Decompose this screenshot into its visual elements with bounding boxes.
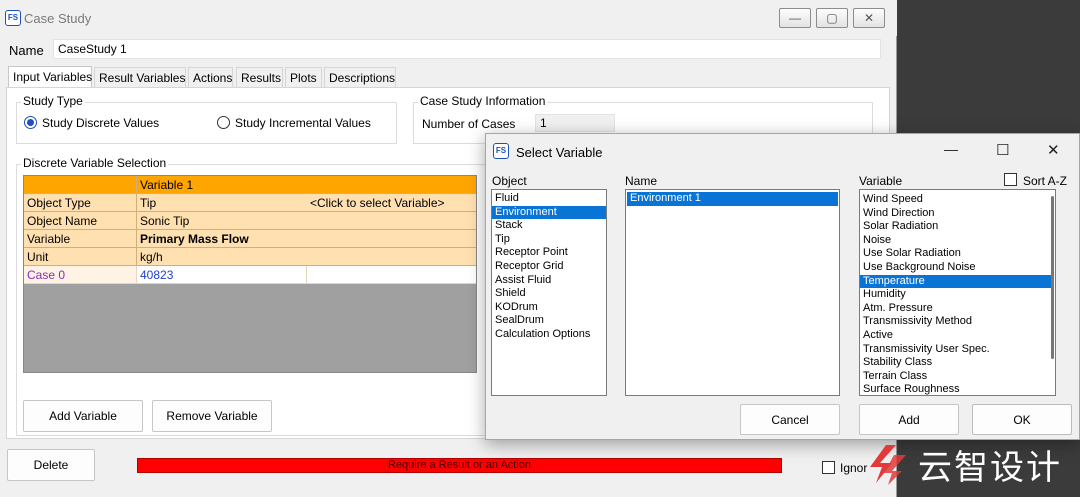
cancel-button[interactable]: Cancel	[740, 404, 840, 435]
grid-row-label: Unit	[24, 248, 137, 266]
object-label: Object	[492, 174, 527, 188]
delete-button[interactable]: Delete	[7, 449, 95, 481]
remove-variable-button[interactable]: Remove Variable	[152, 400, 272, 432]
variable-list-scrollbar[interactable]	[1051, 196, 1054, 359]
name-label: Name	[9, 43, 44, 58]
tab-plots[interactable]: Plots	[285, 67, 322, 87]
case-study-info-title: Case Study Information	[418, 94, 548, 108]
list-item[interactable]: Transmissivity User Spec.	[860, 343, 1054, 357]
title-bar: FS Case Study — ▢ ✕	[0, 0, 897, 36]
add-variable-button[interactable]: Add Variable	[23, 400, 143, 432]
radio-incremental[interactable]	[217, 116, 230, 129]
case-value[interactable]: 40823	[137, 266, 307, 284]
list-item[interactable]: Stability Class	[860, 356, 1054, 370]
dialog-minimize-button[interactable]: —	[944, 141, 958, 157]
name-input[interactable]: CaseStudy 1	[53, 39, 881, 59]
case-label: Case 0	[24, 266, 137, 284]
list-item[interactable]: Use Solar Radiation	[860, 247, 1054, 261]
list-item[interactable]: Terrain Class	[860, 370, 1054, 384]
grid-cell-value[interactable]: kg/h	[137, 248, 476, 266]
variable-label: Variable	[859, 174, 903, 188]
app-icon: FS	[5, 10, 21, 26]
grid-row-variable[interactable]: Variable Primary Mass Flow	[24, 230, 476, 248]
grid-row-object-type[interactable]: Object Type Tip <Click to select Variabl…	[24, 194, 476, 212]
sort-az-label: Sort A-Z	[1023, 174, 1068, 188]
radio-incremental-label: Study Incremental Values	[235, 116, 371, 130]
grid-column-header: Variable 1	[137, 176, 476, 194]
number-of-cases-field: 1	[535, 114, 615, 132]
maximize-icon: ▢	[826, 11, 838, 25]
grid-header-row: Variable 1	[24, 176, 476, 194]
dialog-maximize-button[interactable]: ☐	[996, 141, 1009, 159]
radio-discrete[interactable]	[24, 116, 37, 129]
list-item[interactable]: Noise	[860, 234, 1054, 248]
grid-cell-value[interactable]: Primary Mass Flow	[137, 230, 476, 248]
grid-row-label: Object Name	[24, 212, 137, 230]
close-icon: ✕	[863, 11, 875, 25]
list-item[interactable]: Receptor Grid	[492, 260, 606, 274]
tab-actions[interactable]: Actions	[188, 67, 233, 87]
select-variable-dialog: FS Select Variable — ☐ ✕ Object Name Var…	[485, 133, 1080, 440]
radio-discrete-label: Study Discrete Values	[42, 116, 160, 130]
add-button[interactable]: Add	[859, 404, 959, 435]
list-item[interactable]: Wind Speed	[860, 193, 1054, 207]
tab-result-variables[interactable]: Result Variables	[94, 67, 186, 87]
dialog-title: Select Variable	[516, 145, 603, 160]
list-item[interactable]: Temperature	[860, 274, 1054, 289]
watermark-logo-icon	[870, 445, 906, 485]
watermark: 云智设计	[866, 438, 1062, 490]
ok-button[interactable]: OK	[972, 404, 1072, 435]
minimize-icon: —	[789, 11, 801, 25]
grid-row-label: Variable	[24, 230, 137, 248]
object-list[interactable]: Fluid Environment Stack Tip Receptor Poi…	[491, 189, 607, 396]
list-item[interactable]: Calculation Options	[492, 328, 606, 342]
list-item[interactable]: SealDrum	[492, 314, 606, 328]
name-column-label: Name	[625, 174, 658, 188]
minimize-button[interactable]: —	[779, 8, 811, 28]
list-item[interactable]: Environment 1	[627, 192, 838, 206]
list-item[interactable]: Fluid	[492, 192, 606, 206]
watermark-text: 云智设计	[918, 447, 1062, 488]
sort-az-checkbox[interactable]	[1004, 173, 1017, 186]
list-item[interactable]: Transmissivity Method	[860, 315, 1054, 329]
window-title: Case Study	[24, 11, 92, 26]
list-item[interactable]: Wind Direction	[860, 207, 1054, 221]
tab-descriptions[interactable]: Descriptions	[324, 67, 396, 87]
list-item[interactable]: Environment	[492, 205, 606, 220]
status-bar: Require a Result or an Action	[137, 458, 782, 473]
close-button[interactable]: ✕	[853, 8, 885, 28]
tab-results[interactable]: Results	[236, 67, 283, 87]
list-item[interactable]: Stack	[492, 219, 606, 233]
number-of-cases-label: Number of Cases	[422, 117, 516, 131]
discrete-variable-title: Discrete Variable Selection	[21, 156, 169, 170]
list-item[interactable]: Surface Roughness	[860, 383, 1054, 395]
list-item[interactable]: Active	[860, 329, 1054, 343]
list-item[interactable]: Solar Radiation	[860, 220, 1054, 234]
list-item[interactable]: Shield	[492, 287, 606, 301]
list-item[interactable]: Use Background Noise	[860, 261, 1054, 275]
name-list[interactable]: Environment 1	[625, 189, 840, 396]
list-item[interactable]: KODrum	[492, 301, 606, 315]
list-item[interactable]: Atm. Pressure	[860, 302, 1054, 316]
grid-cell-value[interactable]: Sonic Tip	[137, 212, 476, 230]
grid-row-unit[interactable]: Unit kg/h	[24, 248, 476, 266]
ignore-label: Ignor	[840, 461, 868, 475]
maximize-button[interactable]: ▢	[816, 8, 848, 28]
grid-row-label: Object Type	[24, 194, 137, 212]
variable-grid[interactable]: Variable 1 Object Type Tip <Click to sel…	[23, 175, 477, 373]
dialog-app-icon: FS	[493, 143, 509, 159]
tab-input-variables[interactable]: Input Variables	[8, 66, 92, 87]
click-to-select-variable[interactable]: <Click to select Variable>	[307, 194, 476, 212]
list-item[interactable]: Receptor Point	[492, 246, 606, 260]
grid-cell-value[interactable]: Tip	[137, 194, 307, 212]
list-item[interactable]: Assist Fluid	[492, 274, 606, 288]
dialog-close-button[interactable]: ✕	[1047, 141, 1060, 159]
study-type-title: Study Type	[21, 94, 85, 108]
list-item[interactable]: Humidity	[860, 288, 1054, 302]
grid-row-case-0[interactable]: Case 0 40823	[24, 266, 476, 284]
variable-list[interactable]: Wind Speed Wind Direction Solar Radiatio…	[859, 189, 1056, 396]
ignore-checkbox[interactable]	[822, 461, 835, 474]
grid-row-object-name[interactable]: Object Name Sonic Tip	[24, 212, 476, 230]
list-item[interactable]: Tip	[492, 233, 606, 247]
